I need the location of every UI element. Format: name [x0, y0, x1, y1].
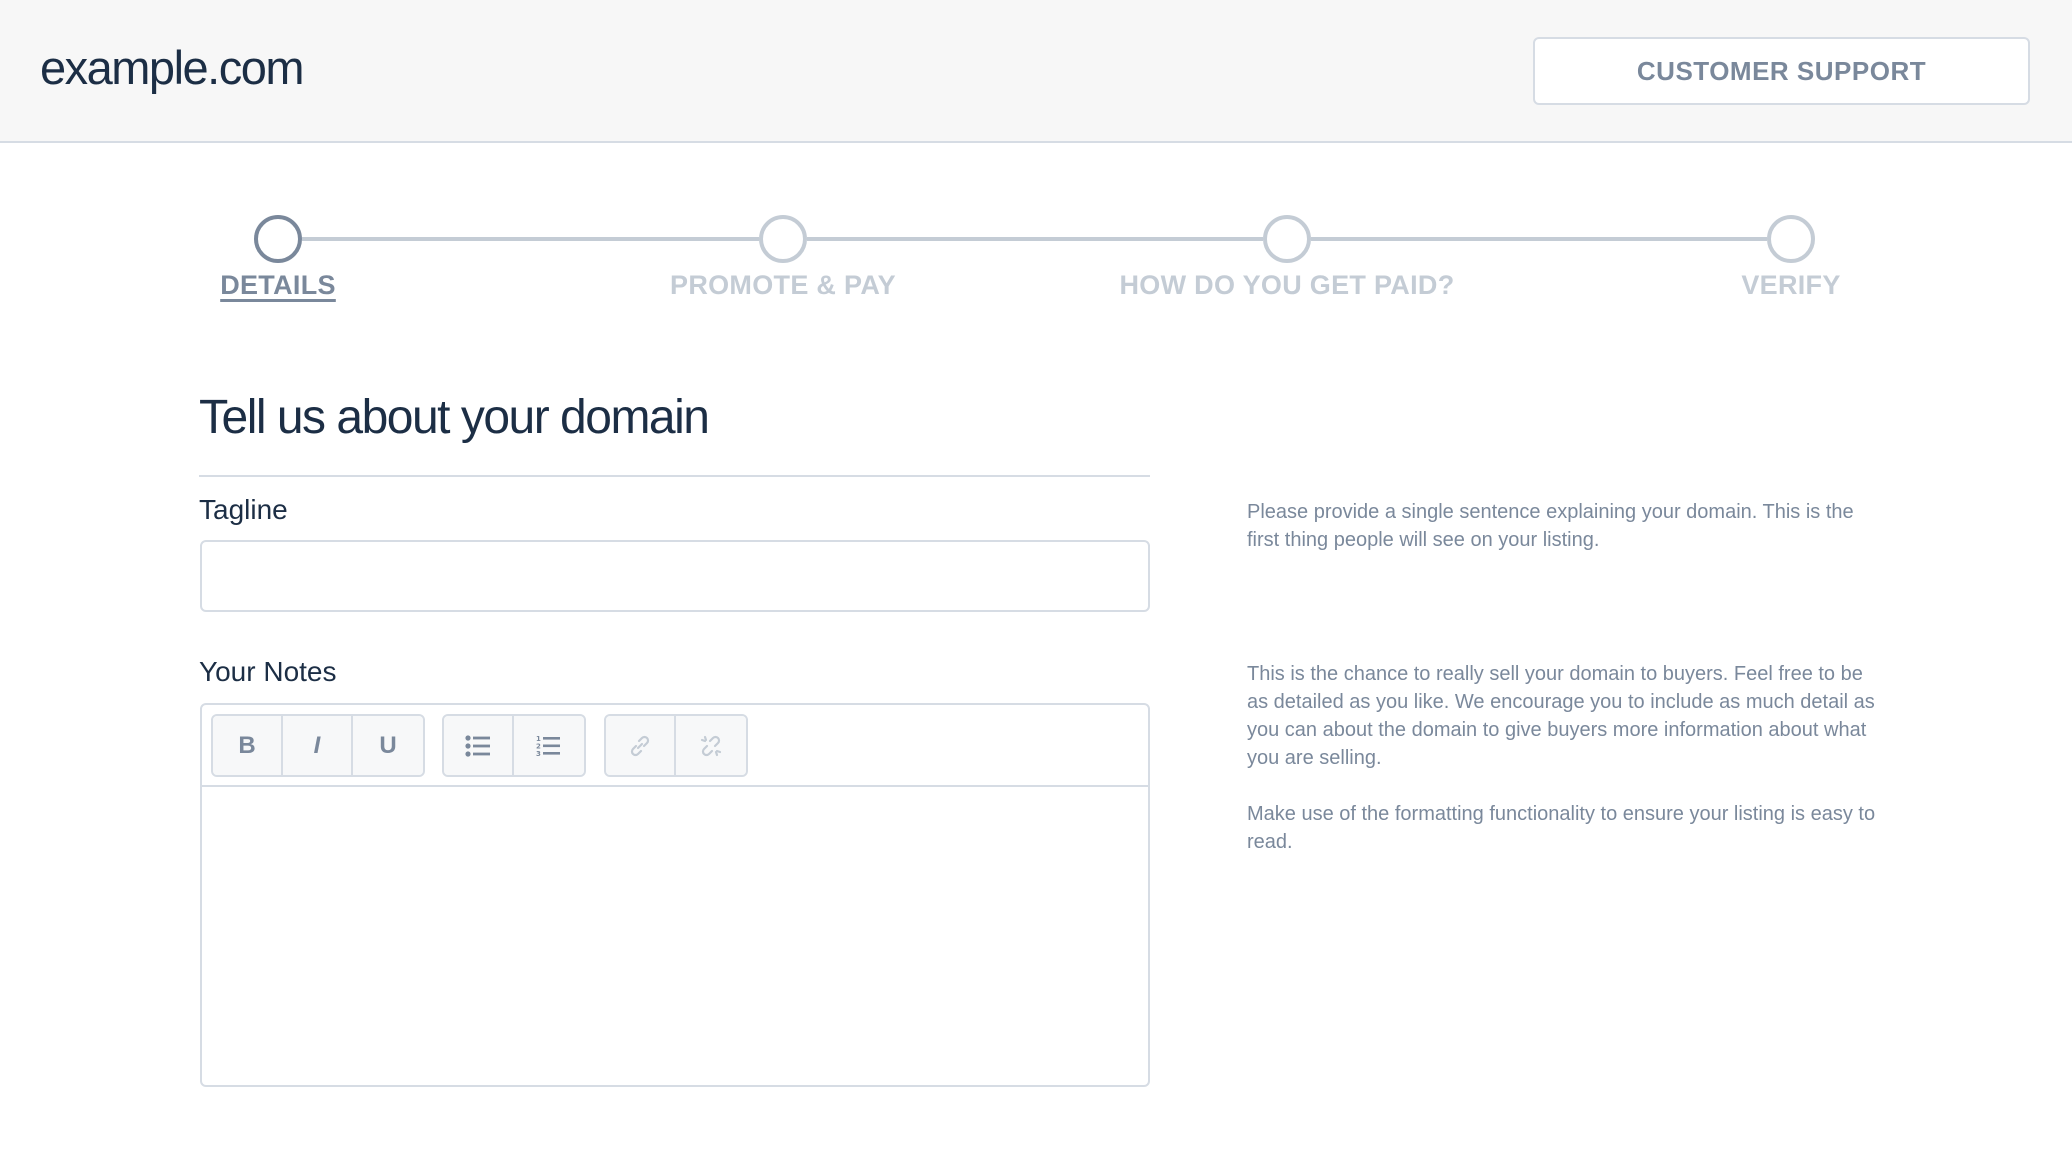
link-group — [604, 714, 748, 777]
unlink-icon — [700, 735, 722, 756]
notes-help-text: This is the chance to really sell your d… — [1247, 660, 1887, 884]
bulleted-list-button[interactable] — [444, 716, 514, 775]
step-details-label[interactable]: DETAILS — [220, 270, 336, 301]
remove-link-button[interactable] — [676, 716, 746, 775]
notes-editor-body[interactable] — [202, 787, 1148, 1085]
title-divider — [199, 475, 1150, 477]
notes-help-paragraph-1: This is the chance to really sell your d… — [1247, 663, 1875, 769]
progress-stepper: DETAILS PROMOTE & PAY HOW DO YOU GET PAI… — [0, 0, 2072, 320]
text-style-group: B I U — [211, 714, 425, 777]
list-group: 1 2 3 — [442, 714, 586, 777]
step-2-circle-icon[interactable] — [759, 215, 807, 263]
notes-label: Your Notes — [199, 656, 337, 687]
bulleted-list-icon — [465, 734, 490, 757]
step-4-circle-icon[interactable] — [1767, 215, 1815, 263]
step-connector — [1311, 237, 1767, 241]
notes-help-paragraph-2: Make use of the formatting functionality… — [1247, 803, 1876, 853]
numbered-list-button[interactable]: 1 2 3 — [514, 716, 584, 775]
step-connector — [807, 237, 1263, 241]
link-icon — [630, 735, 650, 756]
step-get-paid-label[interactable]: HOW DO YOU GET PAID? — [1119, 270, 1454, 301]
step-connector — [302, 237, 759, 241]
step-1-circle-icon[interactable] — [254, 215, 302, 263]
tagline-help-text: Please provide a single sentence explain… — [1247, 498, 1887, 582]
page-title: Tell us about your domain — [199, 391, 710, 444]
editor-toolbar: B I U 1 2 3 — [202, 705, 1148, 787]
bold-button[interactable]: B — [213, 716, 283, 775]
italic-button[interactable]: I — [283, 716, 353, 775]
step-promote-pay-label[interactable]: PROMOTE & PAY — [670, 270, 896, 301]
tagline-help-paragraph: Please provide a single sentence explain… — [1247, 501, 1854, 551]
insert-link-button[interactable] — [606, 716, 676, 775]
step-verify-label[interactable]: VERIFY — [1741, 270, 1840, 301]
numbered-list-icon: 1 2 3 — [536, 735, 560, 757]
svg-text:3: 3 — [536, 750, 541, 757]
tagline-label: Tagline — [199, 494, 288, 525]
tagline-input[interactable] — [200, 540, 1150, 612]
notes-rich-text-editor: B I U 1 2 3 — [200, 703, 1150, 1087]
step-3-circle-icon[interactable] — [1263, 215, 1311, 263]
underline-button[interactable]: U — [353, 716, 423, 775]
